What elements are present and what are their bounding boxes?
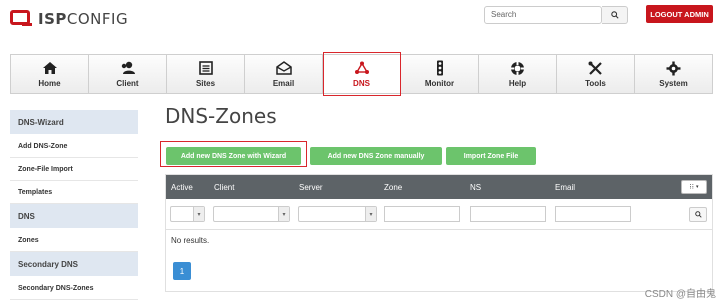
filter-ns-input[interactable] (470, 206, 546, 222)
nav-sites[interactable]: Sites (167, 55, 245, 93)
sidebar-item-add-dns-zone[interactable]: Add DNS-Zone (10, 135, 138, 158)
nav-help[interactable]: Help (479, 55, 557, 93)
logo-text: ISPCONFIG (38, 10, 129, 28)
search-icon (610, 11, 619, 19)
search-icon (694, 211, 702, 218)
system-icon (666, 61, 681, 75)
column-header-ns[interactable]: NS (470, 183, 481, 192)
chevron-down-icon: ▾ (365, 207, 376, 221)
chevron-down-icon: ▾ (278, 207, 289, 221)
sidebar-item-zones[interactable]: Zones (10, 229, 138, 252)
main-nav: Home Client Sites Email DNS Monitor Help… (10, 52, 713, 96)
nav-tools-label: Tools (585, 79, 606, 88)
sidebar-heading-secondary-dns: Secondary DNS (10, 252, 138, 277)
sidebar-heading-dns: DNS (10, 204, 138, 229)
app-logo[interactable]: ISPCONFIG (10, 8, 128, 30)
filter-client-select[interactable]: ▾ (213, 206, 290, 222)
sidebar-item-templates[interactable]: Templates (10, 181, 138, 204)
help-icon (511, 61, 524, 75)
nav-help-label: Help (508, 79, 527, 88)
sidebar: DNS-Wizard Add DNS-Zone Zone-File Import… (10, 110, 138, 300)
nav-system-label: System (659, 79, 688, 88)
tools-icon (588, 61, 602, 75)
nav-client-label: Client (116, 79, 139, 88)
add-zone-manually-button[interactable]: Add new DNS Zone manually (310, 147, 442, 165)
zones-table: Active Client Server Zone NS Email ⁝⁝ ▾ ▾… (165, 174, 713, 292)
search-input[interactable]: Search (484, 6, 602, 24)
nav-email[interactable]: Email (245, 55, 323, 93)
column-header-active[interactable]: Active (171, 183, 193, 192)
chevron-down-icon: ▾ (193, 207, 204, 221)
sidebar-item-secondary-dns-zones[interactable]: Secondary DNS-Zones (10, 277, 138, 300)
column-header-zone[interactable]: Zone (384, 183, 402, 192)
filter-search-button[interactable] (689, 207, 707, 222)
columns-icon: ⁝⁝ (689, 184, 694, 191)
add-zone-wizard-button[interactable]: Add new DNS Zone with Wizard (166, 147, 301, 165)
sites-icon (198, 61, 213, 75)
page-title: DNS-Zones (165, 104, 277, 128)
nav-tools[interactable]: Tools (557, 55, 635, 93)
column-header-email[interactable]: Email (555, 183, 575, 192)
nav-dns-label: DNS (353, 79, 370, 88)
filter-zone-input[interactable] (384, 206, 460, 222)
filter-active-select[interactable]: ▾ (170, 206, 205, 222)
email-icon (275, 61, 292, 75)
dns-icon (354, 61, 369, 74)
table-header: Active Client Server Zone NS Email ⁝⁝ ▾ (166, 175, 712, 199)
column-header-server[interactable]: Server (299, 183, 323, 192)
nav-system[interactable]: System (635, 55, 712, 93)
home-icon (42, 62, 57, 74)
nav-sites-label: Sites (195, 79, 216, 88)
client-icon (121, 61, 135, 74)
nav-client[interactable]: Client (89, 55, 167, 93)
search-button[interactable] (602, 6, 628, 24)
column-header-client[interactable]: Client (214, 183, 234, 192)
pagination-page-1[interactable]: 1 (173, 262, 191, 280)
logout-button[interactable]: LOGOUT ADMIN (646, 5, 713, 23)
nav-home[interactable]: Home (11, 55, 89, 93)
nav-monitor[interactable]: Monitor (401, 55, 479, 93)
nav-monitor-label: Monitor (424, 79, 455, 88)
monitor-icon (436, 60, 443, 76)
chevron-down-icon: ▾ (695, 184, 699, 190)
watermark-text: CSDN @自由鬼 (644, 289, 716, 300)
filter-server-select[interactable]: ▾ (298, 206, 377, 222)
nav-email-label: Email (272, 79, 295, 88)
sidebar-item-zone-file-import[interactable]: Zone-File Import (10, 158, 138, 181)
filter-row: ▾ ▾ ▾ (166, 199, 712, 230)
columns-menu-button[interactable]: ⁝⁝ ▾ (681, 180, 707, 194)
nav-dns[interactable]: DNS (323, 52, 401, 96)
sidebar-heading-dns-wizard: DNS-Wizard (10, 110, 138, 135)
filter-email-input[interactable] (555, 206, 631, 222)
logo-mark-icon (10, 10, 34, 28)
import-zone-file-button[interactable]: Import Zone File (446, 147, 536, 165)
nav-home-label: Home (38, 79, 61, 88)
empty-state-text: No results. (171, 236, 210, 245)
